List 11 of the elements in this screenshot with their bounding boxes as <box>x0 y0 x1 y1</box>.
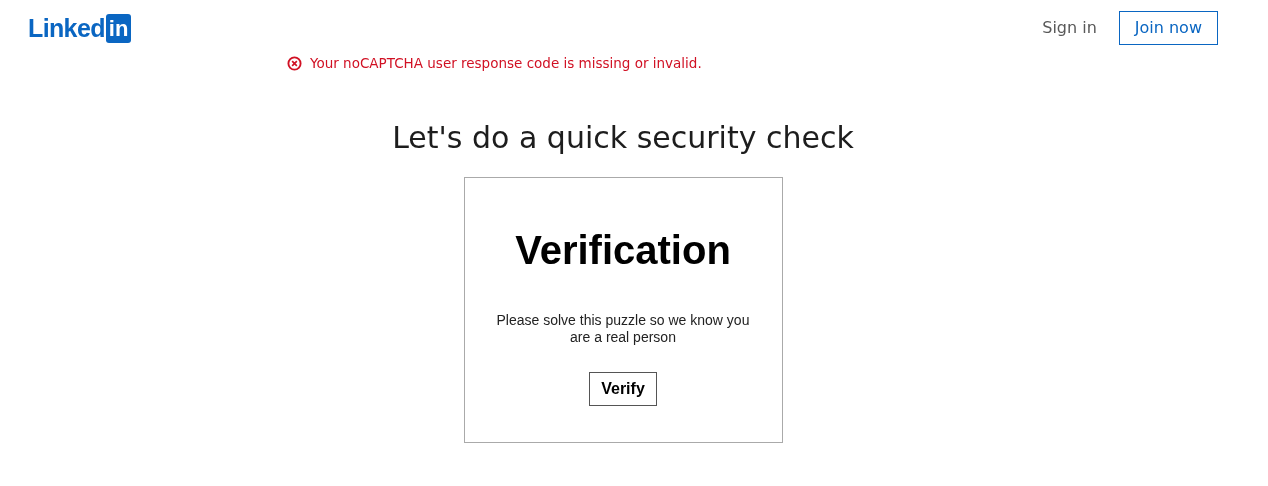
error-message: Your noCAPTCHA user response code is missing or invalid. <box>310 54 702 73</box>
join-now-button[interactable]: Join now <box>1118 11 1218 45</box>
linkedin-logo[interactable]: Linked in <box>28 13 132 43</box>
logo-badge: in <box>105 13 132 43</box>
verification-heading: Verification <box>515 229 731 270</box>
verify-button[interactable]: Verify <box>589 371 657 406</box>
instructions-text: Please solve this puzzle so we know you are a real person <box>495 311 751 346</box>
page-title: Let's do a quick security check <box>392 119 854 157</box>
error-icon <box>287 55 302 71</box>
logo-wordmark: Linked <box>28 15 105 41</box>
sign-in-link[interactable]: Sign in <box>1042 16 1097 40</box>
